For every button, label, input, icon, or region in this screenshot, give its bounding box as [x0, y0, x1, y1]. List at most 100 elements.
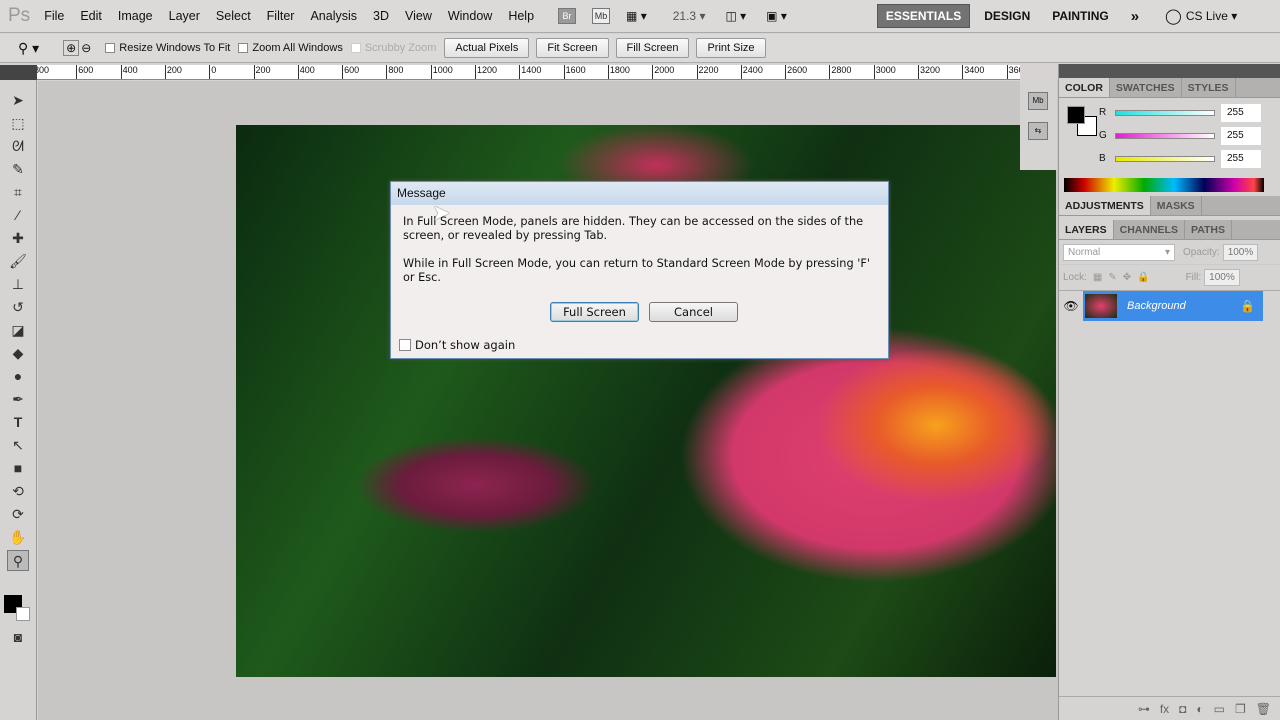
resize-windows-checkbox[interactable]: Resize Windows To Fit: [105, 42, 230, 54]
fill-field[interactable]: 100%: [1204, 269, 1240, 286]
layer-style-icon[interactable]: fx: [1160, 702, 1169, 716]
new-layer-icon[interactable]: ❐: [1235, 702, 1246, 716]
3d-orbit-tool-icon[interactable]: ⟳: [7, 504, 29, 525]
menu-layer[interactable]: Layer: [169, 9, 200, 23]
arrange-documents-icon[interactable]: ◫ ▾: [725, 9, 746, 23]
tab-paths[interactable]: PATHS: [1185, 220, 1233, 239]
zoom-all-checkbox[interactable]: Zoom All Windows: [238, 42, 343, 54]
tab-channels[interactable]: CHANNELS: [1114, 220, 1185, 239]
horizontal-ruler: 8006004002000200400600800100012001400160…: [37, 65, 1020, 80]
workspace-essentials[interactable]: ESSENTIALS: [876, 4, 971, 28]
zoom-tool-preset-icon[interactable]: ⚲ ▾: [18, 40, 39, 57]
view-extras-icon[interactable]: ▦ ▾: [626, 9, 647, 23]
link-layers-icon[interactable]: ⊶: [1138, 702, 1150, 716]
layer-thumbnail: Background 🔒: [1083, 290, 1263, 321]
clone-stamp-tool-icon[interactable]: ⊥: [7, 274, 29, 295]
opacity-field[interactable]: 100%: [1222, 243, 1259, 261]
bridge-icon[interactable]: Br: [558, 8, 577, 24]
eyedropper-tool-icon[interactable]: ⁄: [7, 205, 29, 226]
history-brush-tool-icon[interactable]: ↺: [7, 297, 29, 318]
tab-color[interactable]: COLOR: [1059, 78, 1110, 97]
channel-value[interactable]: 255: [1221, 126, 1261, 145]
path-selection-tool-icon[interactable]: ↖: [7, 435, 29, 456]
quick-selection-tool-icon[interactable]: ✎: [7, 159, 29, 180]
tab-styles[interactable]: STYLES: [1182, 78, 1236, 97]
channel-slider[interactable]: [1115, 109, 1215, 116]
move-tool-icon[interactable]: ➤: [7, 90, 29, 111]
fit-screen-button[interactable]: Fit Screen: [536, 38, 609, 58]
channel-label: R: [1099, 107, 1107, 118]
tab-swatches[interactable]: SWATCHES: [1110, 78, 1182, 97]
foreground-color[interactable]: [1067, 106, 1085, 124]
eraser-tool-icon[interactable]: ◪: [7, 320, 29, 341]
menu-filter[interactable]: Filter: [267, 9, 295, 23]
tab-adjustments[interactable]: ADJUSTMENTS: [1059, 196, 1151, 215]
dont-show-again-checkbox[interactable]: Don’t show again: [399, 338, 515, 352]
scrubby-zoom-checkbox[interactable]: Scrubby Zoom: [350, 42, 436, 54]
shape-tool-icon[interactable]: ■: [7, 458, 29, 479]
panel-dock: Mb ⇆: [1020, 80, 1057, 170]
visibility-eye-icon[interactable]: 👁: [1059, 299, 1083, 313]
3d-rotate-tool-icon[interactable]: ⟲: [7, 481, 29, 502]
menu-3d[interactable]: 3D: [373, 9, 389, 23]
menu-file[interactable]: File: [44, 9, 64, 23]
brush-tool-icon[interactable]: 🖌: [7, 251, 29, 272]
channel-slider[interactable]: [1115, 132, 1215, 139]
channel-value[interactable]: 255: [1221, 103, 1261, 122]
menu-window[interactable]: Window: [448, 9, 492, 23]
lock-icons[interactable]: ▦✎✥🔒: [1093, 272, 1156, 283]
dialog-text-1: In Full Screen Mode, panels are hidden. …: [403, 215, 864, 242]
healing-brush-tool-icon[interactable]: ✚: [7, 228, 29, 249]
full-screen-button[interactable]: Full Screen: [550, 302, 639, 322]
zoom-level-dropdown[interactable]: 21.3 ▾: [673, 9, 706, 23]
paint-bucket-tool-icon[interactable]: ◆: [7, 343, 29, 364]
marquee-tool-icon[interactable]: ⬚: [7, 113, 29, 134]
panel-collapse-bar[interactable]: [1059, 64, 1280, 78]
dialog-text-2: While in Full Screen Mode, you can retur…: [403, 257, 870, 284]
tab-layers[interactable]: LAYERS: [1059, 220, 1114, 239]
zoom-tool-icon[interactable]: ⚲: [7, 550, 29, 571]
background-color-swatch[interactable]: [16, 607, 30, 621]
menu-help[interactable]: Help: [508, 9, 534, 23]
zoom-in-icon[interactable]: ⊕: [63, 40, 80, 56]
history-dock-icon[interactable]: ⇆: [1028, 122, 1048, 140]
screen-mode-icon[interactable]: ▣ ▾: [766, 9, 787, 23]
blend-mode-dropdown[interactable]: Normal ▾: [1063, 243, 1175, 261]
menu-select[interactable]: Select: [216, 9, 251, 23]
print-size-button[interactable]: Print Size: [696, 38, 766, 58]
menu-view[interactable]: View: [405, 9, 432, 23]
crop-tool-icon[interactable]: ⌗: [7, 182, 29, 203]
add-mask-icon[interactable]: ◘: [1179, 702, 1186, 716]
pen-tool-icon[interactable]: ✒: [7, 389, 29, 410]
fill-screen-button[interactable]: Fill Screen: [615, 38, 690, 58]
channel-value[interactable]: 255: [1221, 149, 1261, 168]
type-tool-icon[interactable]: T: [7, 412, 29, 433]
workspace-design[interactable]: DESIGN: [976, 5, 1038, 27]
menu-edit[interactable]: Edit: [80, 9, 102, 23]
more-workspaces-button[interactable]: »: [1123, 4, 1147, 29]
dialog-title: Message: [391, 182, 888, 205]
workspace-painting[interactable]: PAINTING: [1044, 5, 1116, 27]
mini-bridge-dock-icon[interactable]: Mb: [1028, 92, 1048, 110]
color-spectrum-bar[interactable]: [1064, 178, 1264, 192]
adjustment-layer-icon[interactable]: ◐: [1196, 702, 1203, 716]
tab-masks[interactable]: MASKS: [1151, 196, 1202, 215]
hand-tool-icon[interactable]: ✋: [7, 527, 29, 548]
zoom-out-icon[interactable]: ⊖: [81, 41, 91, 55]
menu-image[interactable]: Image: [118, 9, 153, 23]
layer-row[interactable]: 👁 Background 🔒: [1059, 290, 1280, 321]
channel-slider[interactable]: [1115, 155, 1215, 162]
quick-mask-icon[interactable]: ◙: [7, 627, 29, 648]
delete-layer-icon[interactable]: 🗑: [1256, 702, 1271, 716]
cs-live-menu[interactable]: CS Live ▾: [1186, 9, 1237, 23]
dodge-tool-icon[interactable]: ●: [7, 366, 29, 387]
cancel-button[interactable]: Cancel: [649, 302, 738, 322]
mini-bridge-icon[interactable]: Mb: [592, 8, 611, 24]
menu-analysis[interactable]: Analysis: [310, 9, 357, 23]
actual-pixels-button[interactable]: Actual Pixels: [444, 38, 530, 58]
color-panel: R 255 G 255 B 255: [1059, 98, 1280, 196]
ruler-tick-label: 1000: [430, 65, 453, 79]
lasso-tool-icon[interactable]: ᘛ: [7, 136, 29, 157]
group-icon[interactable]: ▭: [1214, 702, 1225, 716]
color-slider-row: R 255: [1099, 101, 1261, 124]
